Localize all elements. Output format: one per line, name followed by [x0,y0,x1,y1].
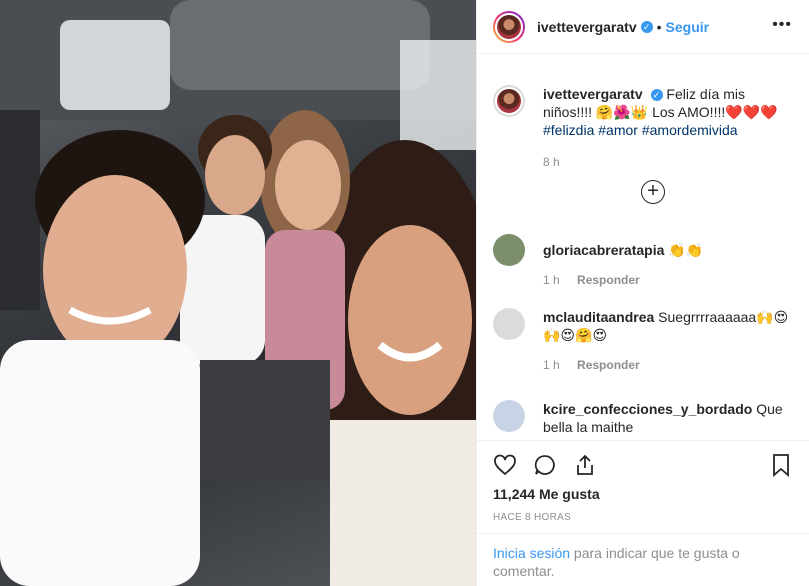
comment-age: 1 h [543,273,560,287]
photo-illustration [0,0,476,586]
plus-circle-icon: + [647,180,659,202]
commenter-avatar[interactable] [493,400,525,432]
comment-item: mclauditaandrea Suegrrrraaaaaa🙌😍🙌😍🤗😍 1 h… [493,308,793,372]
more-options-icon[interactable]: ••• [772,16,792,34]
caption-age: 8 h [543,155,560,169]
caption-username[interactable]: ivettevergaratv [543,86,643,102]
hashtag-link[interactable]: #amor [598,122,638,138]
login-link[interactable]: Inicia sesión [493,545,570,561]
comment-username[interactable]: mclauditaandrea [543,309,654,325]
load-more-comments-button[interactable]: + [641,180,665,204]
action-icons [493,449,793,479]
comment-item: kcire_confecciones_y_bordado Que bella l… [493,400,793,436]
share-icon[interactable] [573,453,597,477]
author-username[interactable]: ivettevergaratv [537,19,637,35]
commenter-avatar[interactable] [493,308,525,340]
post-actions: 11,244 Me gusta HACE 8 HORAS Inicia sesi… [477,440,809,586]
comment-item: gloriacabreratapia 👏👏 1 h Responder [493,234,793,287]
commenter-avatar[interactable] [493,234,525,266]
hashtag-link[interactable]: #amordemivida [642,122,738,138]
author-avatar[interactable] [493,10,525,43]
comment-username[interactable]: gloriacabreratapia [543,242,664,258]
post-photo[interactable] [0,0,476,586]
reply-button[interactable]: Responder [577,273,640,287]
follow-button[interactable]: Seguir [666,19,710,35]
post-header: ivettevergaratv ✓ • Seguir ••• [477,0,809,54]
verified-badge-icon: ✓ [640,20,653,33]
reply-button[interactable]: Responder [577,358,640,372]
comments-section[interactable]: ivettevergaratv ✓ Feliz día mis niños!!!… [477,54,809,440]
caption-avatar[interactable] [493,85,525,117]
comment-username[interactable]: kcire_confecciones_y_bordado [543,401,752,417]
post-timestamp: HACE 8 HORAS [493,512,572,523]
bookmark-icon[interactable] [769,453,793,477]
comment-icon[interactable] [533,453,557,477]
heart-icon[interactable] [493,453,517,477]
comment-age: 1 h [543,358,560,372]
comment-text: 👏👏 [668,242,704,258]
login-prompt: Inicia sesión para indicar que te gusta … [477,533,809,586]
separator-dot: • [656,18,662,35]
likes-count[interactable]: 11,244 Me gusta [493,486,600,502]
post-panel: ivettevergaratv ✓ • Seguir ••• ivettever… [476,0,809,586]
verified-badge-icon: ✓ [650,89,663,102]
caption: ivettevergaratv ✓ Feliz día mis niños!!!… [493,85,793,169]
hashtag-link[interactable]: #felizdia [543,122,594,138]
